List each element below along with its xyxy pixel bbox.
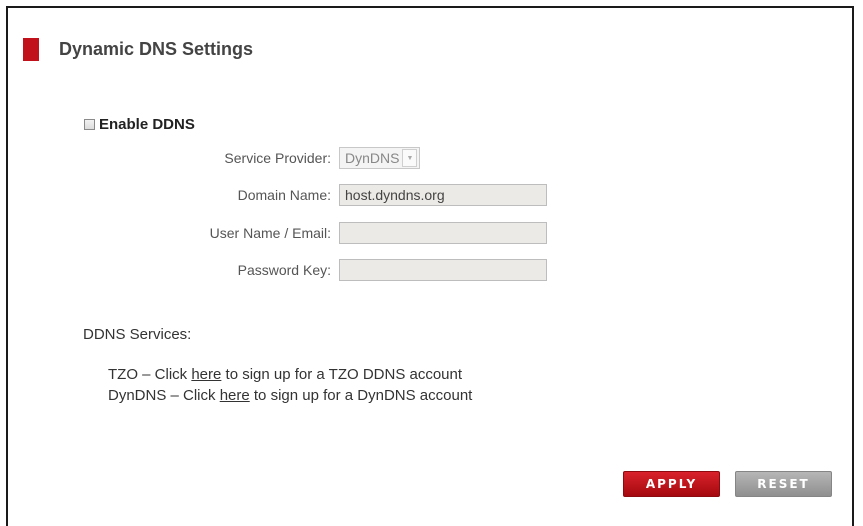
service-provider-select[interactable]: DynDNS ▼ [339,147,421,169]
enable-ddns-label: Enable DDNS [99,116,195,133]
service-provider-value: DynDNS [345,150,400,166]
tzo-prefix: TZO – Click [108,366,192,383]
chevron-down-icon[interactable]: ▼ [402,149,418,167]
password-key-row: Password Key: [0,258,863,282]
apply-button[interactable]: APPLY [623,471,720,497]
ddns-services-heading: DDNS Services: [83,326,192,343]
dyndns-signup-link[interactable]: here [220,387,250,404]
user-name-label: User Name / Email: [209,225,331,241]
dyndns-suffix: to sign up for a DynDNS account [249,387,473,404]
password-key-input[interactable] [339,259,547,281]
service-provider-row: Service Provider: DynDNS ▼ [0,146,863,170]
tzo-service-line: TZO – Click here to sign up for a TZO DD… [108,366,462,383]
enable-ddns-row[interactable]: Enable DDNS [84,116,195,133]
service-provider-label: Service Provider: [224,150,331,166]
domain-name-row: Domain Name: host.dyndns.org [0,183,863,207]
page-title: Dynamic DNS Settings [59,39,254,59]
user-name-row: User Name / Email: [0,221,863,245]
user-name-input[interactable] [339,222,547,244]
reset-button[interactable]: RESET [735,471,832,497]
domain-name-label: Domain Name: [237,187,331,203]
password-key-label: Password Key: [237,262,331,278]
dyndns-prefix: DynDNS – Click [108,387,220,404]
dyndns-service-line: DynDNS – Click here to sign up for a Dyn… [108,387,472,404]
tzo-signup-link[interactable]: here [191,366,221,383]
domain-name-input[interactable]: host.dyndns.org [339,184,547,206]
title-accent-bar [23,38,39,61]
section-header: Dynamic DNS Settings [23,38,253,61]
enable-ddns-checkbox[interactable] [84,119,95,130]
tzo-suffix: to sign up for a TZO DDNS account [221,366,463,383]
